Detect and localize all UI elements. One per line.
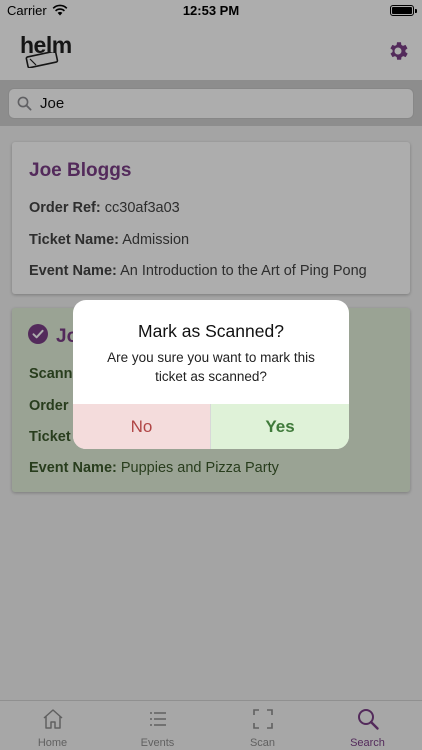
no-button[interactable]: No — [73, 404, 211, 449]
dialog-title: Mark as Scanned? — [138, 321, 284, 341]
mark-scanned-dialog: Mark as Scanned? Are you sure you want t… — [73, 300, 349, 449]
dialog-message: Are you sure you want to mark this ticke… — [107, 350, 315, 384]
yes-button[interactable]: Yes — [211, 404, 349, 449]
